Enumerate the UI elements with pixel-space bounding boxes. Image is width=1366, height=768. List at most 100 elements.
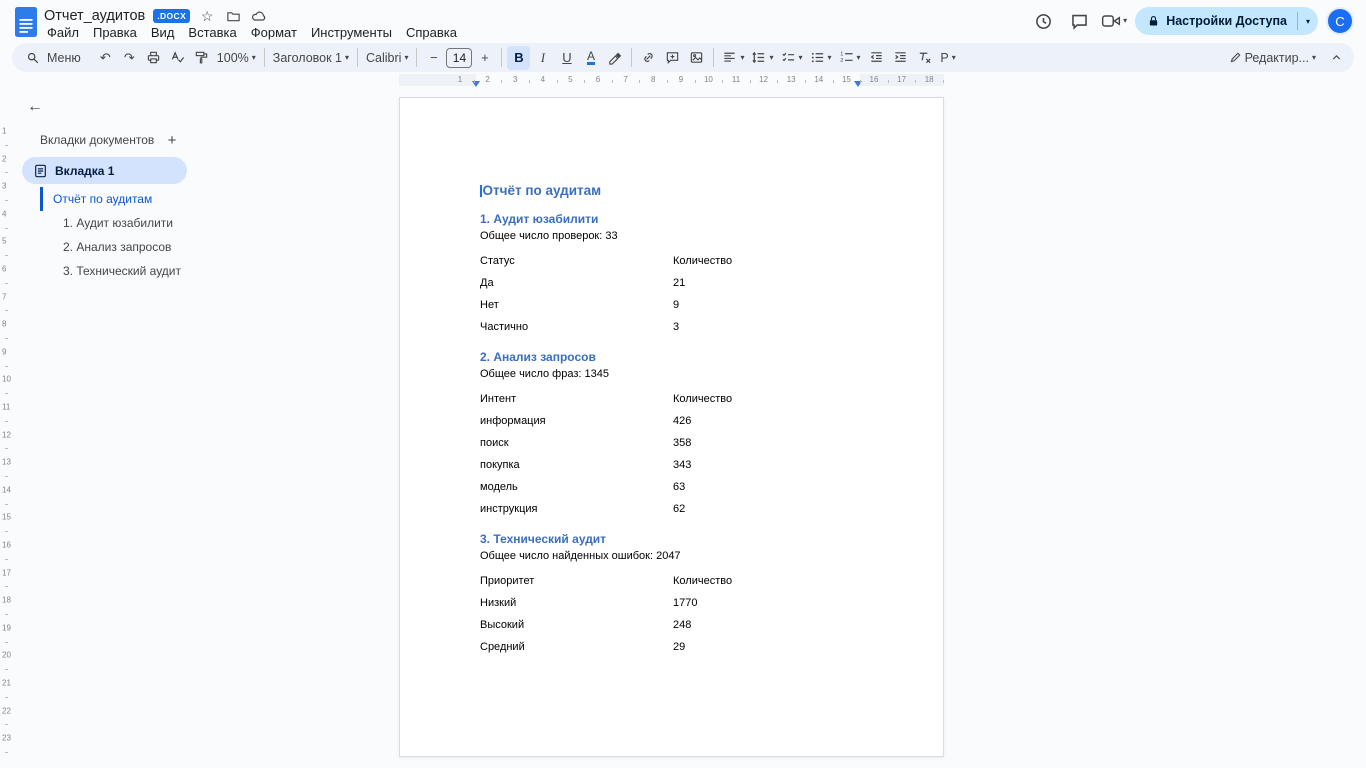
checklist-button[interactable]: ▾ bbox=[778, 46, 806, 70]
decrease-font-size-button[interactable]: − bbox=[422, 46, 445, 70]
menu-tools[interactable]: Инструменты bbox=[304, 23, 399, 42]
document-tab-1[interactable]: Вкладка 1 bbox=[22, 157, 187, 184]
table-cell: 9 bbox=[673, 299, 680, 311]
editing-mode-select[interactable]: Редактир... ▾ bbox=[1226, 46, 1319, 70]
highlight-color-button[interactable] bbox=[603, 46, 626, 70]
menu-view[interactable]: Вид bbox=[144, 23, 182, 42]
bold-button[interactable]: B bbox=[507, 45, 531, 70]
doc-table: Статус Количество Да 21 Нет 9 Частично 3 bbox=[480, 250, 888, 338]
clear-formatting-button[interactable] bbox=[913, 46, 936, 70]
back-button[interactable]: ← bbox=[24, 96, 46, 118]
table-cell: 29 bbox=[673, 641, 686, 653]
paint-format-button[interactable] bbox=[190, 46, 213, 70]
divider bbox=[631, 48, 633, 67]
underline-button[interactable]: U bbox=[555, 46, 578, 70]
line-spacing-icon bbox=[752, 51, 765, 64]
horizontal-ruler[interactable]: 1 2 3 4 5 6 7 8 9 10 11 12 13 14 15 16 17 18 bbox=[399, 74, 944, 87]
pencil-icon bbox=[1230, 52, 1241, 63]
version-history-icon[interactable] bbox=[1029, 7, 1057, 35]
line-spacing-button[interactable]: ▾ bbox=[748, 46, 776, 70]
table-row: покупка 343 bbox=[480, 454, 888, 476]
divider bbox=[501, 48, 503, 67]
share-dropdown-caret-icon[interactable]: ▾ bbox=[1298, 7, 1318, 35]
header-actions: ▾ Настройки Доступа ▾ C bbox=[1029, 7, 1354, 35]
hide-menus-button[interactable] bbox=[1325, 46, 1348, 70]
insert-link-button[interactable] bbox=[637, 46, 660, 70]
google-docs-logo-icon[interactable] bbox=[14, 6, 38, 38]
table-row: Низкий 1770 bbox=[480, 592, 888, 614]
menu-edit[interactable]: Правка bbox=[86, 23, 144, 42]
text-color-button[interactable]: A bbox=[579, 46, 602, 70]
table-cell: 426 bbox=[673, 415, 692, 427]
table-cell: покупка bbox=[480, 459, 520, 471]
document-page[interactable]: Отчёт по аудитам 1. Аудит юзабилити Обще… bbox=[399, 97, 944, 757]
table-row: модель 63 bbox=[480, 476, 888, 498]
increase-font-size-button[interactable]: + bbox=[473, 46, 496, 70]
zoom-select[interactable]: 100% ▾ bbox=[214, 46, 259, 70]
text-cursor bbox=[480, 185, 482, 197]
lock-icon bbox=[1150, 15, 1158, 26]
insert-comment-button[interactable] bbox=[661, 46, 684, 70]
menu-file[interactable]: Файл bbox=[40, 23, 86, 42]
outline-item-3[interactable]: 3. Технический аудит bbox=[40, 259, 210, 283]
comments-icon[interactable] bbox=[1065, 7, 1093, 35]
document-outline: Отчёт по аудитам 1. Аудит юзабилити 2. А… bbox=[40, 187, 210, 283]
bulleted-list-button[interactable]: ▾ bbox=[807, 46, 835, 70]
search-menus-button[interactable]: Меню bbox=[18, 45, 93, 71]
menu-help[interactable]: Справка bbox=[399, 23, 464, 42]
table-cell: 62 bbox=[673, 503, 686, 515]
table-cell: поиск bbox=[480, 437, 509, 449]
table-cell: Количество bbox=[673, 575, 733, 587]
insert-image-button[interactable] bbox=[685, 46, 708, 70]
table-header-row: Приоритет Количество bbox=[480, 570, 888, 592]
numbered-list-icon: 1 2 bbox=[840, 52, 853, 64]
svg-text:2: 2 bbox=[840, 58, 843, 64]
highlighter-icon bbox=[609, 52, 622, 65]
search-icon bbox=[27, 52, 39, 63]
paint-roller-icon bbox=[195, 51, 208, 64]
spellcheck-button[interactable] bbox=[166, 46, 189, 70]
vertical-ruler[interactable]: 1 2 3 4 5 6 7 8 9 10 11 12 13 14 15 16 17 18 19 20 21 22 23 bbox=[0, 97, 12, 768]
menu-format[interactable]: Формат bbox=[244, 23, 304, 42]
menu-insert[interactable]: Вставка bbox=[181, 23, 243, 42]
video-call-caret-icon[interactable]: ▾ bbox=[1123, 17, 1127, 25]
outline-item-2[interactable]: 2. Анализ запросов bbox=[40, 235, 210, 259]
table-cell: Количество bbox=[673, 255, 733, 267]
clear-formatting-icon bbox=[919, 52, 931, 64]
table-cell: информация bbox=[480, 415, 546, 427]
document-title[interactable]: Отчет_аудитов bbox=[44, 8, 145, 24]
table-row: Средний 29 bbox=[480, 636, 888, 658]
align-button[interactable]: ▾ bbox=[719, 46, 747, 70]
font-size-input[interactable] bbox=[446, 47, 473, 68]
increase-indent-icon bbox=[894, 52, 906, 62]
numbered-list-button[interactable]: 1 2 ▾ bbox=[836, 46, 864, 70]
doc-table: Интент Количество информация 426 поиск 3… bbox=[480, 388, 888, 520]
redo-button[interactable]: ↷ bbox=[118, 46, 141, 70]
print-button[interactable] bbox=[142, 46, 165, 70]
align-left-icon bbox=[724, 52, 736, 62]
outline-item-title[interactable]: Отчёт по аудитам bbox=[40, 187, 210, 211]
chevron-up-icon bbox=[1332, 55, 1341, 60]
decrease-indent-button[interactable] bbox=[865, 46, 888, 70]
table-cell: 1770 bbox=[673, 597, 698, 609]
doc-heading-title: Отчёт по аудитам bbox=[480, 183, 888, 198]
account-avatar[interactable]: C bbox=[1326, 7, 1354, 35]
add-tab-button[interactable]: + bbox=[162, 130, 182, 150]
menu-pill-label: Меню bbox=[47, 50, 81, 65]
document-content: Отчёт по аудитам 1. Аудит юзабилити Обще… bbox=[480, 183, 888, 662]
share-button-label: Настройки Доступа bbox=[1166, 14, 1287, 28]
checklist-icon bbox=[781, 52, 794, 62]
paragraph-style-select[interactable]: Заголовок 1 ▾ bbox=[270, 46, 352, 70]
table-cell: 63 bbox=[673, 481, 686, 493]
link-icon bbox=[644, 53, 654, 62]
increase-indent-button[interactable] bbox=[889, 46, 912, 70]
font-family-select[interactable]: Calibri ▾ bbox=[363, 46, 411, 70]
italic-button[interactable]: I bbox=[531, 46, 554, 70]
share-button[interactable]: Настройки Доступа ▾ bbox=[1135, 7, 1318, 35]
undo-button[interactable]: ↶ bbox=[94, 46, 117, 70]
input-tools-button[interactable]: Р ▾ bbox=[937, 46, 960, 70]
section-summary: Общее число фраз: 1345 bbox=[480, 368, 609, 380]
table-row: информация 426 bbox=[480, 410, 888, 432]
outline-item-1[interactable]: 1. Аудит юзабилити bbox=[40, 211, 210, 235]
video-call-button[interactable]: ▾ bbox=[1101, 13, 1127, 29]
